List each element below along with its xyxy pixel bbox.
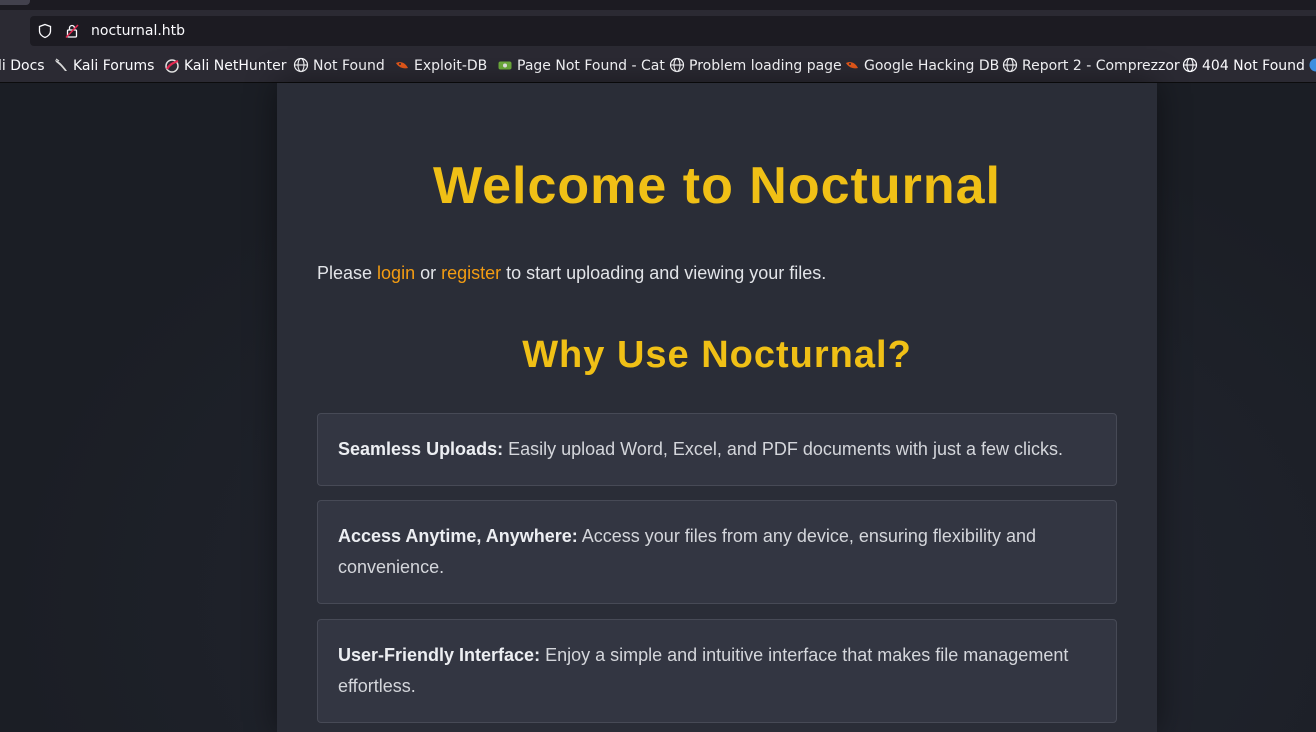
intro-middle: or [415, 263, 442, 283]
bookmark-label: Kali NetHunter [184, 58, 287, 74]
bookmark-report-2-comprezzor[interactable]: Report 2 - Comprezzor [1002, 57, 1180, 75]
globe-icon [293, 57, 309, 73]
bookmark-problem-loading-page[interactable]: Problem loading page [669, 57, 842, 75]
bookmark-label: Kali Forums [73, 58, 155, 74]
bookmark-google-hacking-db[interactable]: Google Hacking DB [844, 57, 999, 75]
globe-icon [669, 57, 685, 73]
address-bar[interactable]: nocturnal.htb [30, 16, 1316, 46]
tracking-protection-shield-icon[interactable] [37, 23, 53, 39]
feature-card-seamless-uploads: Seamless Uploads: Easily upload Word, Ex… [317, 413, 1117, 486]
page-title: Welcome to Nocturnal [432, 157, 1001, 215]
bookmark-not-found[interactable]: Not Found [293, 57, 385, 75]
bookmark-label: Not Found [313, 58, 385, 74]
exploitdb-icon [846, 62, 858, 69]
intro-after: to start uploading and viewing your file… [501, 263, 827, 283]
nethunter-icon [165, 59, 179, 73]
bookmark-label: 404 Not Found [1202, 58, 1305, 74]
intro-text: Please login or register to start upload… [317, 262, 826, 284]
bookmarks-toolbar: li Docs Kali Forums Kali NetHunter Not F… [0, 50, 1316, 83]
bookmark-kali-docs[interactable]: li Docs [0, 57, 45, 75]
intro-before: Please [317, 263, 378, 283]
feature-text: Easily upload Word, Excel, and PDF docum… [503, 439, 1063, 459]
bookmark-404-not-found[interactable]: 404 Not Found [1182, 57, 1305, 75]
main-container: Welcome to Nocturnal Please login or reg… [277, 83, 1157, 732]
tab-strip [0, 0, 1316, 10]
section-title: Why Use Nocturnal? [522, 334, 912, 376]
bookmark-label: Exploit-DB [414, 58, 488, 74]
navigation-bar: nocturnal.htb [0, 10, 1316, 50]
bookmark-kali-forums[interactable]: Kali Forums [53, 57, 154, 75]
feature-heading: Seamless Uploads: [338, 439, 504, 459]
exploitdb-icon [396, 62, 408, 69]
bookmark-label: Report 2 - Comprezzor [1022, 58, 1180, 74]
bookmark-label: li Docs [0, 58, 45, 74]
feature-card-access-anytime: Access Anytime, Anywhere: Access your fi… [317, 500, 1117, 604]
bookmark-exploit-db[interactable]: Exploit-DB [394, 57, 487, 75]
bookmark-label: Page Not Found - Cat [517, 58, 665, 74]
register-link[interactable]: register [441, 263, 501, 283]
feature-heading: Access Anytime, Anywhere: [338, 526, 578, 546]
bookmark-kali-nethunter[interactable]: Kali NetHunter [164, 57, 286, 75]
kali-dragon-icon [55, 58, 67, 71]
bookmark-page-not-found-cat[interactable]: Page Not Found - Cat [497, 57, 665, 75]
insecure-lock-icon[interactable] [64, 23, 80, 39]
url-text[interactable]: nocturnal.htb [91, 22, 185, 40]
bookmark-overflow[interactable] [1308, 57, 1316, 75]
login-link[interactable]: login [377, 263, 415, 283]
globe-icon [1002, 57, 1018, 73]
browser-tab[interactable] [0, 0, 30, 5]
cat-icon [498, 61, 512, 70]
globe-icon [1182, 57, 1198, 73]
feature-heading: User-Friendly Interface: [338, 645, 541, 665]
bookmark-icon [1309, 58, 1316, 72]
bookmark-label: Google Hacking DB [864, 58, 1000, 74]
feature-card-user-friendly: User-Friendly Interface: Enjoy a simple … [317, 619, 1117, 723]
bookmark-label: Problem loading page [689, 58, 842, 74]
